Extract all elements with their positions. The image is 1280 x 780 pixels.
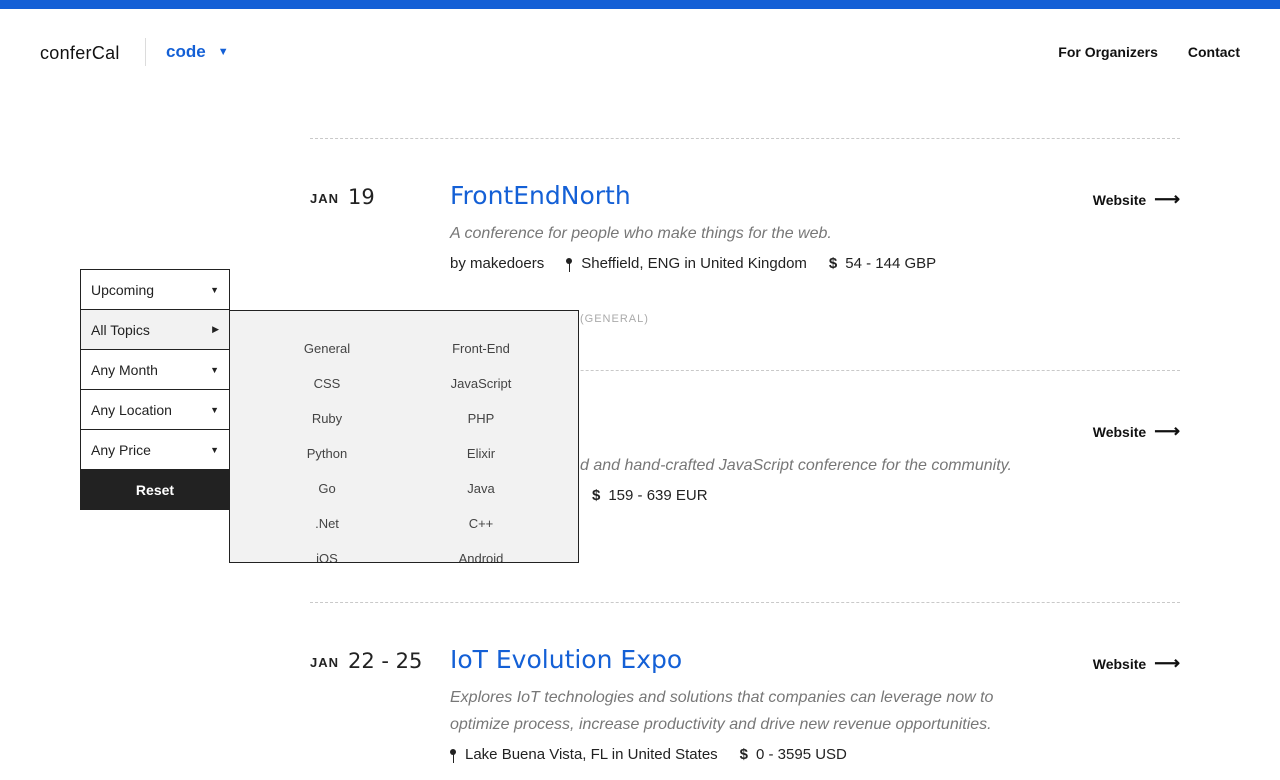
filter-date[interactable]: Upcoming ▼	[80, 269, 230, 310]
topic-option[interactable]: CSS	[250, 375, 404, 410]
event-price: $ 0 - 3595 USD	[740, 746, 847, 763]
location-text: Sheffield, ENG in United Kingdom	[581, 255, 807, 272]
event-location: Lake Buena Vista, FL in United States	[450, 746, 718, 763]
topic-option[interactable]: Python	[250, 445, 404, 480]
caret-down-icon: ▼	[210, 364, 219, 375]
topic-option[interactable]: Go	[250, 480, 404, 515]
caret-down-icon: ▼	[210, 444, 219, 455]
topic-option[interactable]: General	[250, 340, 404, 375]
event-description: A conference for people who make things …	[450, 225, 832, 242]
event-price: $ 54 - 144 GBP	[829, 255, 936, 272]
dollar-icon: $	[592, 487, 601, 504]
pin-icon	[566, 257, 573, 272]
topic-option[interactable]: PHP	[404, 410, 558, 445]
topic-option[interactable]: JavaScript	[404, 375, 558, 410]
website-link[interactable]: Website ⟶	[1093, 653, 1180, 674]
event-organizer: by makedoers	[450, 255, 545, 272]
event-description: Explores IoT technologies and solutions …	[450, 689, 994, 733]
top-accent-bar	[0, 0, 1280, 9]
event-month: JAN	[310, 191, 340, 206]
price-text: 0 - 3595 USD	[756, 746, 847, 763]
event-topic-tag[interactable]: (GENERAL)	[580, 313, 649, 325]
event-days: 19	[348, 185, 375, 209]
topics-grid: General Front-End CSS JavaScript Ruby PH…	[230, 311, 578, 562]
category-select[interactable]: code ▼	[166, 42, 229, 62]
filter-label: Any Month	[91, 361, 158, 378]
event-meta: by makedoers Sheffield, ENG in United Ki…	[450, 255, 958, 272]
event-location: Sheffield, ENG in United Kingdom	[566, 255, 807, 272]
website-link[interactable]: Website ⟶	[1093, 421, 1180, 442]
site-logo[interactable]: conferCal	[40, 43, 120, 64]
filter-price[interactable]: Any Price ▼	[80, 430, 230, 470]
website-label: Website	[1092, 423, 1147, 440]
topic-option[interactable]: C++	[404, 515, 558, 550]
event-divider	[310, 138, 1180, 139]
event-meta: Lake Buena Vista, FL in United States $ …	[450, 746, 869, 763]
event-meta: $ 159 - 639 EUR	[592, 487, 730, 504]
topic-option[interactable]: .Net	[250, 515, 404, 550]
category-label: code	[166, 42, 206, 61]
topic-option[interactable]: iOS	[250, 550, 404, 562]
filter-topics[interactable]: All Topics ▶	[80, 310, 230, 350]
caret-down-icon: ▼	[210, 284, 219, 295]
location-text: Lake Buena Vista, FL in United States	[465, 746, 718, 763]
topic-option[interactable]: Elixir	[404, 445, 558, 480]
topic-option[interactable]: Android	[404, 550, 558, 562]
topic-option[interactable]: Front-End	[404, 340, 558, 375]
website-link[interactable]: Website ⟶	[1093, 189, 1180, 210]
event-description: d and hand-crafted JavaScript conference…	[580, 457, 1012, 474]
header-divider	[145, 38, 146, 66]
event-month: JAN	[310, 655, 340, 670]
filter-panel: Upcoming ▼ All Topics ▶ Any Month ▼ Any …	[80, 269, 230, 510]
top-nav: For Organizers Contact	[1058, 44, 1240, 60]
price-text: 159 - 639 EUR	[608, 487, 708, 504]
event-price: $ 159 - 639 EUR	[592, 487, 708, 504]
caret-down-icon: ▼	[210, 404, 219, 415]
dollar-icon: $	[739, 746, 748, 763]
website-label: Website	[1092, 655, 1147, 672]
dollar-icon: $	[828, 255, 838, 272]
arrow-right-icon: ⟶	[1154, 653, 1180, 673]
topic-option[interactable]: Ruby	[250, 410, 404, 445]
pin-icon	[450, 748, 456, 763]
event-days: 22 - 25	[348, 649, 423, 673]
topic-option[interactable]: Java	[404, 480, 558, 515]
arrow-right-icon: ⟶	[1154, 189, 1180, 209]
nav-for-organizers[interactable]: For Organizers	[1058, 44, 1158, 60]
event-title[interactable]: FrontEndNorth	[450, 181, 631, 210]
filter-location[interactable]: Any Location ▼	[80, 390, 230, 430]
caret-down-icon: ▼	[217, 46, 229, 58]
filter-month[interactable]: Any Month ▼	[80, 350, 230, 390]
event-title[interactable]: IoT Evolution Expo	[450, 645, 682, 674]
nav-contact[interactable]: Contact	[1188, 44, 1240, 60]
filter-label: All Topics	[91, 321, 150, 338]
reset-button[interactable]: Reset	[80, 470, 230, 510]
event-divider	[310, 602, 1180, 603]
filter-label: Any Price	[91, 441, 151, 458]
topics-menu: General Front-End CSS JavaScript Ruby PH…	[229, 310, 579, 563]
caret-right-icon: ▶	[212, 324, 219, 334]
price-text: 54 - 144 GBP	[845, 255, 937, 272]
filter-label: Any Location	[91, 401, 172, 418]
arrow-right-icon: ⟶	[1154, 421, 1180, 441]
filter-label: Upcoming	[91, 281, 155, 298]
website-label: Website	[1092, 191, 1147, 208]
